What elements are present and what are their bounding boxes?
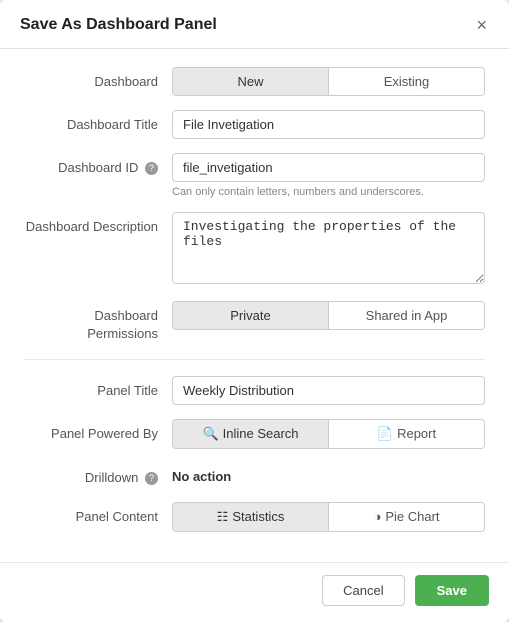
report-icon: 📄 [377,426,393,441]
dashboard-toggle-group: New Existing [172,67,485,96]
dashboard-title-input[interactable] [172,110,485,139]
modal-footer: Cancel Save [0,562,509,622]
dashboard-permissions-label: Dashboard Permissions [24,301,172,343]
pie-chart-icon: ◑ [373,509,381,524]
panel-inline-search-button[interactable]: 🔍Inline Search [173,420,328,448]
permissions-shared-button[interactable]: Shared in App [328,302,484,329]
dashboard-description-control: Investigating the properties of the file… [172,212,485,287]
panel-pie-chart-button[interactable]: ◑Pie Chart [328,503,484,531]
drilldown-value-text: No action [172,463,485,484]
panel-content-btn-group: ☷Statistics ◑Pie Chart [172,502,485,532]
panel-title-label: Panel Title [24,376,172,400]
save-dashboard-panel-modal: Save As Dashboard Panel × Dashboard New … [0,0,509,622]
dashboard-id-label: Dashboard ID ? [24,153,172,177]
dashboard-btn-group: New Existing [172,67,485,96]
permissions-btn-group: Private Shared in App [172,301,485,330]
panel-report-button[interactable]: 📄Report [328,420,484,448]
save-button[interactable]: Save [415,575,489,606]
drilldown-help-icon[interactable]: ? [145,472,158,485]
panel-content-row: Panel Content ☷Statistics ◑Pie Chart [24,502,485,532]
panel-statistics-button[interactable]: ☷Statistics [173,503,328,531]
dashboard-description-row: Dashboard Description Investigating the … [24,212,485,287]
dashboard-row: Dashboard New Existing [24,67,485,96]
panel-title-input[interactable] [172,376,485,405]
statistics-icon: ☷ [217,509,229,524]
panel-title-control [172,376,485,405]
dashboard-id-help-icon[interactable]: ? [145,162,158,175]
modal-title: Save As Dashboard Panel [20,16,217,34]
panel-content-control: ☷Statistics ◑Pie Chart [172,502,485,532]
dashboard-permissions-row: Dashboard Permissions Private Shared in … [24,301,485,343]
drilldown-row: Drilldown ? No action [24,463,485,487]
dashboard-new-button[interactable]: New [173,68,328,95]
cancel-button[interactable]: Cancel [322,575,404,606]
dashboard-permissions-control: Private Shared in App [172,301,485,330]
dashboard-label: Dashboard [24,67,172,91]
search-icon: 🔍 [202,426,218,441]
panel-powered-btn-group: 🔍Inline Search 📄Report [172,419,485,449]
drilldown-value: No action [172,463,485,484]
close-button[interactable]: × [474,16,489,34]
dashboard-id-hint: Can only contain letters, numbers and un… [172,186,485,198]
dashboard-existing-button[interactable]: Existing [328,68,484,95]
dashboard-description-label: Dashboard Description [24,212,172,236]
dashboard-title-row: Dashboard Title [24,110,485,139]
panel-powered-by-row: Panel Powered By 🔍Inline Search 📄Report [24,419,485,449]
panel-powered-by-label: Panel Powered By [24,419,172,443]
modal-header: Save As Dashboard Panel × [0,0,509,49]
dashboard-id-row: Dashboard ID ? Can only contain letters,… [24,153,485,198]
permissions-private-button[interactable]: Private [173,302,328,329]
dashboard-id-input[interactable] [172,153,485,182]
dashboard-id-control: Can only contain letters, numbers and un… [172,153,485,198]
modal-body: Dashboard New Existing Dashboard Title D… [0,49,509,562]
section-divider [24,359,485,360]
dashboard-description-textarea[interactable]: Investigating the properties of the file… [172,212,485,284]
dashboard-title-control [172,110,485,139]
panel-title-row: Panel Title [24,376,485,405]
dashboard-title-label: Dashboard Title [24,110,172,134]
panel-content-label: Panel Content [24,502,172,526]
drilldown-label: Drilldown ? [24,463,172,487]
panel-powered-by-control: 🔍Inline Search 📄Report [172,419,485,449]
